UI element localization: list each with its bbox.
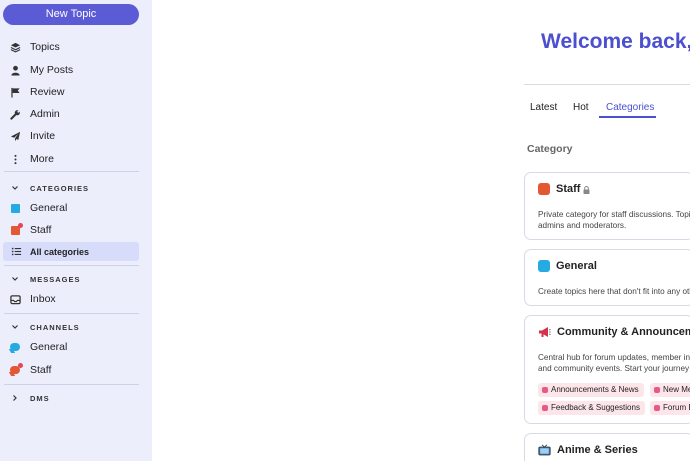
category-color-square — [538, 260, 550, 272]
sidebar-divider — [4, 265, 139, 266]
section-header: DMS — [30, 393, 50, 403]
category-description: admins and moderators. — [538, 221, 627, 230]
category-title[interactable]: Staff — [538, 183, 590, 195]
category-card-staff[interactable]: Staff Private category for staff discuss… — [524, 172, 690, 240]
sidebar-item-staff[interactable]: Staff — [0, 220, 150, 240]
lock-icon — [583, 185, 590, 194]
channels-section-toggle[interactable]: CHANNELS — [0, 320, 150, 334]
category-description: Create topics here that don't fit into a… — [538, 287, 690, 296]
categories-section-toggle[interactable]: CATEGORIES — [0, 181, 150, 195]
category-color-square — [10, 222, 23, 235]
wrench-icon — [0, 109, 30, 120]
category-description: Private category for staff discussions. … — [538, 210, 690, 219]
sidebar-item-invite[interactable]: Invite — [0, 126, 150, 146]
inbox-icon — [0, 294, 30, 305]
chat-bubble-icon — [10, 363, 23, 374]
more-vertical-icon — [0, 154, 30, 165]
category-title[interactable]: General — [538, 260, 597, 272]
sidebar: New Topic Topics My Posts Review Admin I… — [0, 0, 152, 461]
sidebar-item-label: Staff — [30, 224, 52, 236]
category-description: and community events. Start your journey… — [538, 364, 690, 373]
sidebar-divider — [4, 171, 139, 172]
chevron-down-icon — [0, 184, 30, 192]
tv-icon — [538, 444, 551, 456]
category-title-text: Community & Announceme — [557, 326, 690, 338]
sidebar-item-label: General — [30, 202, 68, 214]
sidebar-item-channel-staff[interactable]: Staff — [0, 360, 150, 380]
sidebar-item-admin[interactable]: Admin — [0, 104, 150, 124]
category-card-anime[interactable]: Anime & Series — [524, 433, 690, 461]
sidebar-item-channel-general[interactable]: General — [0, 337, 150, 357]
main-content: Welcome back, Latest Hot Categories Cate… — [152, 0, 690, 461]
subcategory-tag[interactable]: Forum E — [650, 401, 690, 415]
messages-section-toggle[interactable]: MESSAGES — [0, 272, 150, 286]
category-title-text: Staff — [556, 183, 581, 195]
sidebar-divider — [4, 313, 139, 314]
section-header: CATEGORIES — [30, 183, 90, 193]
chevron-right-icon — [0, 394, 30, 402]
sidebar-item-label: More — [30, 153, 54, 165]
sidebar-item-all-categories[interactable]: All categories — [3, 242, 139, 261]
tab-latest[interactable]: Latest — [530, 102, 557, 113]
sidebar-item-label: Invite — [30, 130, 56, 142]
sidebar-item-topics[interactable]: Topics — [0, 37, 150, 57]
sidebar-item-label: General — [30, 341, 68, 353]
sidebar-item-label: Topics — [30, 41, 60, 53]
divider — [524, 84, 690, 85]
subcategory-tag[interactable]: Feedback & Suggestions — [538, 401, 645, 415]
category-title-text: General — [556, 260, 597, 272]
sidebar-item-general[interactable]: General — [0, 198, 150, 218]
category-title[interactable]: Community & Announceme — [538, 326, 690, 338]
sidebar-item-review[interactable]: Review — [0, 82, 150, 102]
section-header: CHANNELS — [30, 322, 80, 332]
sidebar-item-inbox[interactable]: Inbox — [0, 289, 150, 309]
new-topic-button[interactable]: New Topic — [3, 4, 139, 25]
active-tab-indicator — [599, 116, 656, 118]
section-header: MESSAGES — [30, 274, 81, 284]
dms-section-toggle[interactable]: DMS — [0, 391, 150, 405]
chevron-down-icon — [0, 275, 30, 283]
category-color-square — [538, 183, 550, 195]
sidebar-item-label: Staff — [30, 364, 52, 376]
sidebar-divider — [4, 384, 139, 385]
category-card-community[interactable]: Community & Announceme Central hub for f… — [524, 315, 690, 424]
layers-icon — [0, 42, 30, 53]
category-title-text: Anime & Series — [557, 444, 638, 456]
chat-bubble-icon — [10, 343, 20, 351]
user-icon — [0, 65, 30, 76]
subcategory-tag[interactable]: Announcements & News — [538, 383, 644, 397]
tab-categories[interactable]: Categories — [606, 102, 654, 113]
tab-hot[interactable]: Hot — [573, 102, 589, 113]
megaphone-icon — [538, 326, 551, 338]
sidebar-item-label: Inbox — [30, 293, 56, 305]
page-title: Welcome back, — [541, 30, 690, 53]
sidebar-item-label: My Posts — [30, 64, 74, 76]
category-description: Central hub for forum updates, member in… — [538, 353, 690, 362]
lock-badge-icon — [17, 222, 23, 228]
subcategory-tag[interactable]: New Me — [650, 383, 690, 397]
category-color-square — [10, 203, 20, 213]
list-icon — [3, 246, 30, 257]
category-card-general[interactable]: General Create topics here that don't fi… — [524, 249, 690, 306]
sidebar-item-label: All categories — [30, 246, 90, 257]
sidebar-item-my-posts[interactable]: My Posts — [0, 60, 150, 80]
paper-plane-icon — [0, 131, 30, 142]
chevron-down-icon — [0, 323, 30, 331]
sidebar-item-label: Admin — [30, 108, 60, 120]
flag-icon — [0, 87, 30, 98]
lock-badge-icon — [18, 363, 23, 368]
category-title[interactable]: Anime & Series — [538, 444, 638, 456]
category-column-header: Category — [527, 143, 573, 155]
sidebar-item-more[interactable]: More — [0, 149, 150, 169]
sidebar-item-label: Review — [30, 86, 65, 98]
